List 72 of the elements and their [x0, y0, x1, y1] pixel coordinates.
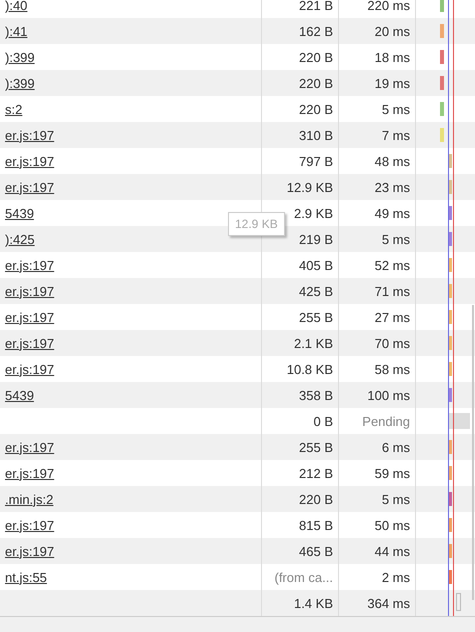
size-text: 219 B [299, 232, 333, 246]
size-text: 797 B [299, 154, 333, 168]
initiator-link[interactable]: ):399 [5, 76, 35, 90]
initiator-link[interactable]: .min.js:2 [5, 492, 54, 506]
size-text: 425 B [299, 284, 333, 298]
initiator-link[interactable]: er.js:197 [5, 128, 54, 142]
size-text: 12.9 KB [286, 180, 333, 194]
initiator-link[interactable]: 5439 [5, 388, 34, 402]
size-text: 255 B [299, 310, 333, 324]
time-text: 364 ms [367, 596, 410, 610]
size-text: 358 B [299, 388, 333, 402]
time-text: 18 ms [374, 50, 410, 64]
time-text: 49 ms [374, 206, 410, 220]
size-text: 465 B [299, 544, 333, 558]
size-text: 220 B [299, 102, 333, 116]
initiator-link[interactable]: nt.js:55 [5, 570, 47, 584]
initiator-link[interactable]: er.js:197 [5, 466, 54, 480]
size-text: 220 B [299, 76, 333, 90]
size-text: 1.4 KB [294, 596, 333, 610]
time-text: 20 ms [374, 24, 410, 38]
time-text: 220 ms [367, 0, 410, 12]
size-text: 220 B [299, 50, 333, 64]
time-text: 44 ms [374, 544, 410, 558]
time-text: 7 ms [382, 128, 410, 142]
size-text: 212 B [299, 466, 333, 480]
initiator-link[interactable]: ):41 [5, 24, 28, 38]
initiator-link[interactable]: ):40 [5, 0, 28, 12]
time-text: 52 ms [374, 258, 410, 272]
time-text: 5 ms [382, 492, 410, 506]
size-text: 10.8 KB [286, 362, 333, 376]
time-text: Pending [362, 414, 410, 428]
initiator-link[interactable]: er.js:197 [5, 336, 54, 350]
size-text: 2.1 KB [294, 336, 333, 350]
initiator-link[interactable]: er.js:197 [5, 310, 54, 324]
time-text: 50 ms [374, 518, 410, 532]
time-text: 2 ms [382, 570, 410, 584]
time-text: 19 ms [374, 76, 410, 90]
size-tooltip: 12.9 KB [228, 212, 285, 236]
initiator-link[interactable]: er.js:197 [5, 440, 54, 454]
initiator-link[interactable]: ):399 [5, 50, 35, 64]
scrollbar-thumb[interactable] [472, 305, 474, 600]
size-text: 405 B [299, 258, 333, 272]
size-text: 2.9 KB [294, 206, 333, 220]
time-text: 5 ms [382, 102, 410, 116]
time-text: 71 ms [374, 284, 410, 298]
size-text: 0 B [313, 414, 333, 428]
time-text: 58 ms [374, 362, 410, 376]
size-text: (from ca... [274, 570, 333, 584]
time-text: 100 ms [367, 388, 410, 402]
time-text: 70 ms [374, 336, 410, 350]
initiator-link[interactable]: er.js:197 [5, 258, 54, 272]
initiator-link[interactable]: er.js:197 [5, 154, 54, 168]
time-text: 5 ms [382, 232, 410, 246]
initiator-link[interactable]: er.js:197 [5, 544, 54, 558]
initiator-link[interactable]: er.js:197 [5, 518, 54, 532]
initiator-link[interactable]: 5439 [5, 206, 34, 220]
initiator-link[interactable]: er.js:197 [5, 362, 54, 376]
size-text: 162 B [299, 24, 333, 38]
size-text: 220 B [299, 492, 333, 506]
size-text: 815 B [299, 518, 333, 532]
size-text: 310 B [299, 128, 333, 142]
time-text: 48 ms [374, 154, 410, 168]
size-text: 221 B [299, 0, 333, 12]
size-text: 255 B [299, 440, 333, 454]
time-text: 23 ms [374, 180, 410, 194]
initiator-link[interactable]: er.js:197 [5, 180, 54, 194]
initiator-link[interactable]: er.js:197 [5, 284, 54, 298]
initiator-link[interactable]: ):425 [5, 232, 35, 246]
time-text: 6 ms [382, 440, 410, 454]
initiator-link[interactable]: s:2 [5, 102, 22, 116]
time-text: 27 ms [374, 310, 410, 324]
time-text: 59 ms [374, 466, 410, 480]
